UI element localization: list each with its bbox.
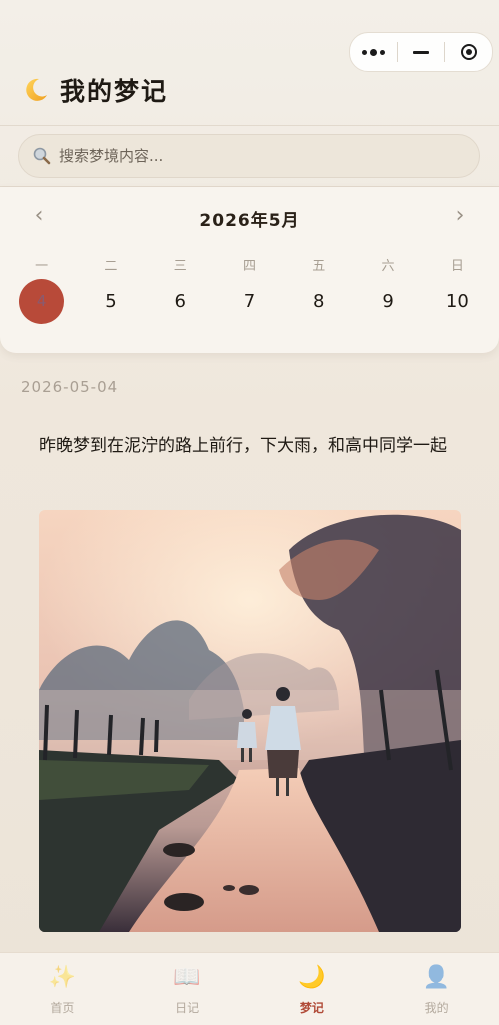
weekday-row: 一 二 三 四 五 六 日 [7, 255, 492, 274]
tab-label: 首页 [50, 1001, 75, 1015]
weekday-label: 日 [450, 259, 464, 274]
weekday-label: 四 [242, 259, 256, 274]
header: 我的梦记 [0, 0, 499, 126]
weekday-label: 一 [35, 259, 49, 274]
minimize-icon [413, 50, 429, 54]
day-number: 7 [243, 290, 256, 312]
day-cell[interactable]: 10 [423, 279, 492, 323]
search-icon [32, 146, 52, 166]
user-icon: 👤 [422, 965, 451, 990]
calendar-header: ‹ 2026年5月 › [0, 205, 499, 232]
entry-date: 2026-05-04 [21, 378, 119, 396]
dream-entry-text[interactable]: 昨晚梦到在泥泞的路上前行，下大雨，和高中同学一起 [39, 428, 464, 465]
search-input[interactable] [57, 146, 441, 166]
weekday-label: 三 [173, 259, 187, 274]
more-dots-icon [361, 48, 385, 56]
tab-label: 日记 [175, 1001, 200, 1015]
more-button[interactable] [350, 33, 397, 71]
weekday-label: 五 [312, 259, 326, 274]
minimize-button[interactable] [398, 33, 445, 71]
bottom-tab-bar: ✨ 首页 📖 日记 🌙 梦记 👤 我的 [0, 952, 499, 1025]
tab-dreams[interactable]: 🌙 梦记 [250, 953, 375, 1025]
sparkles-icon: ✨ [48, 965, 77, 990]
search-bar[interactable] [18, 134, 480, 178]
day-cell[interactable]: 8 [284, 279, 353, 323]
day-cell-selected[interactable]: 4 [7, 278, 76, 324]
book-icon: 📖 [173, 965, 201, 990]
close-button[interactable] [445, 33, 492, 71]
weekday-label: 六 [381, 259, 395, 274]
week-calendar: ‹ 2026年5月 › 一 二 三 四 五 六 日 4 5 6 7 8 9 10 [0, 187, 499, 353]
app-root: 我的梦记 ‹ 2026年5月 › 一 二 三 四 五 六 日 4 [0, 0, 499, 1025]
dream-image[interactable] [39, 510, 461, 932]
day-cell[interactable]: 7 [215, 279, 284, 323]
day-number: 6 [174, 290, 186, 312]
weekday-label: 二 [104, 259, 118, 274]
tab-home[interactable]: ✨ 首页 [0, 953, 125, 1025]
day-number: 10 [445, 290, 469, 312]
month-title: 2026年5月 [199, 211, 300, 231]
day-number: 5 [105, 290, 117, 312]
day-cell[interactable]: 5 [76, 279, 145, 323]
header-divider [0, 125, 499, 126]
moon-icon: 🌙 [298, 965, 326, 990]
day-number: 4 [19, 278, 65, 324]
tab-diary[interactable]: 📖 日记 [125, 953, 250, 1025]
title-row: 我的梦记 [22, 72, 168, 108]
tab-profile[interactable]: 👤 我的 [374, 953, 499, 1025]
tab-label: 梦记 [299, 1001, 324, 1015]
day-cell[interactable]: 9 [353, 279, 422, 323]
moon-icon [22, 76, 50, 104]
page-title: 我的梦记 [60, 77, 169, 106]
tab-label: 我的 [424, 1001, 449, 1015]
target-icon [460, 44, 477, 60]
mini-program-capsule [349, 32, 493, 72]
day-number: 9 [382, 290, 394, 312]
next-month-button[interactable]: › [448, 205, 472, 229]
day-cell[interactable]: 6 [146, 279, 215, 323]
day-number: 8 [313, 290, 325, 312]
day-row: 4 5 6 7 8 9 10 [7, 278, 492, 324]
